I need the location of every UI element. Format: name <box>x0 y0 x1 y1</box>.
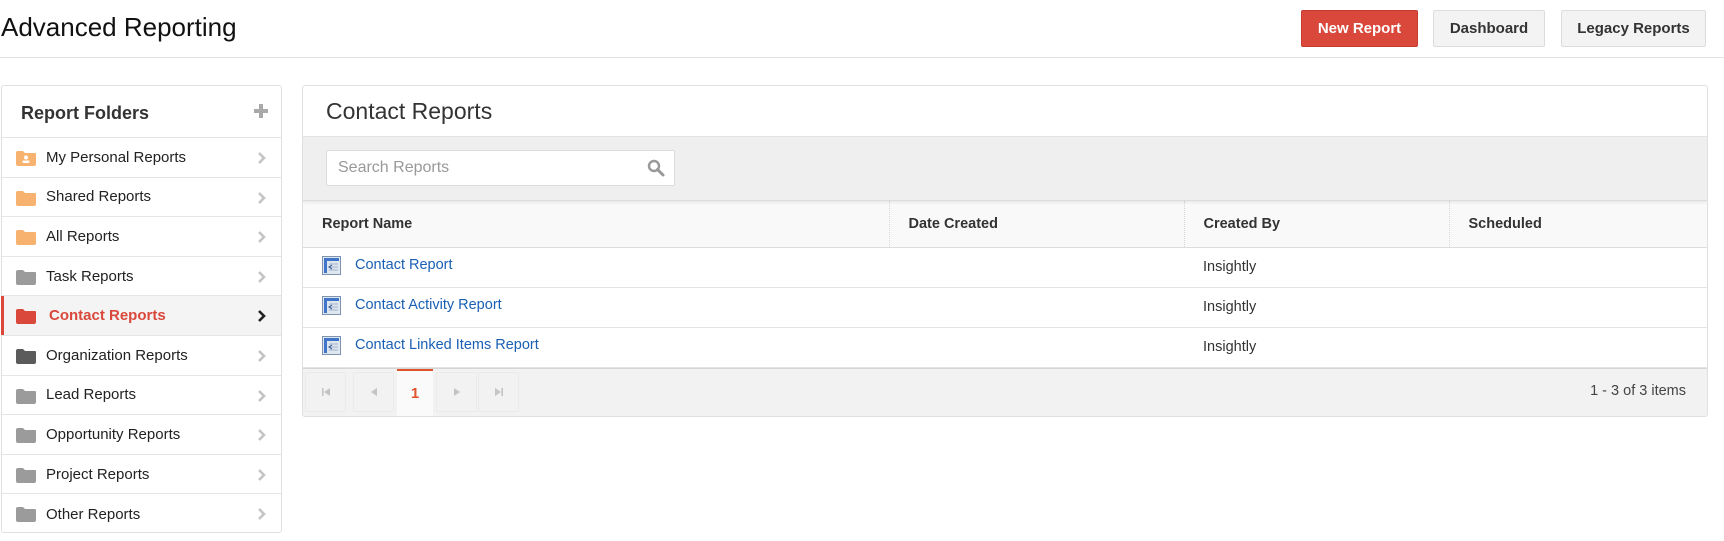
chevron-right-icon <box>258 270 266 283</box>
folder-icon <box>16 230 36 246</box>
folder-icon <box>16 507 36 523</box>
sidebar-item-label: Opportunity Reports <box>46 425 181 443</box>
sidebar-item-project-reports[interactable]: Project Reports <box>2 455 281 495</box>
search-icon[interactable] <box>647 159 665 177</box>
sidebar-item-label: Task Reports <box>46 267 134 285</box>
chevron-right-icon <box>258 468 266 481</box>
cell-report-name: Contact Linked Items Report <box>303 327 889 368</box>
folder-list: My Personal Reports Shared Reports All Rep… <box>1 138 281 534</box>
sidebar-item-label: Shared Reports <box>46 188 152 206</box>
reports-panel: Contact Reports Report Name Date Created… <box>302 85 1708 417</box>
add-folder-plus-icon[interactable] <box>253 103 269 119</box>
column-header-scheduled[interactable]: Scheduled <box>1448 201 1707 248</box>
chevron-right-icon <box>258 310 266 323</box>
report-folders-header: Report Folders <box>2 86 281 138</box>
report-folders-panel: Report Folders My Personal Reports Shared… <box>1 85 282 533</box>
legacy-reports-button[interactable]: Legacy Reports <box>1561 10 1706 47</box>
folder-icon <box>16 388 36 404</box>
sidebar-item-label: Project Reports <box>46 465 150 483</box>
previous-page-button[interactable] <box>353 371 394 412</box>
first-page-button[interactable] <box>305 371 346 412</box>
cell-created-by: Insightly <box>1184 287 1449 328</box>
app-title: Advanced Reporting <box>1 12 237 42</box>
column-header-report-name[interactable]: Report Name <box>303 201 889 248</box>
chevron-right-icon <box>258 389 266 402</box>
report-name: Contact Activity Report <box>355 297 502 313</box>
cell-scheduled <box>1449 247 1707 288</box>
cell-scheduled <box>1449 327 1707 368</box>
table-row: Contact Activity Report Insightly <box>303 287 1707 328</box>
table-row: Contact Report Insightly <box>303 247 1707 288</box>
previous-page-icon <box>370 387 377 396</box>
chevron-right-icon <box>258 231 266 244</box>
dashboard-button[interactable]: Dashboard <box>1433 10 1545 47</box>
sidebar-item-organization-reports[interactable]: Organization Reports <box>2 336 281 376</box>
last-page-icon <box>494 387 503 396</box>
chevron-right-icon <box>258 152 266 164</box>
sidebar-item-label: My Personal Reports <box>46 148 187 166</box>
report-icon <box>322 335 341 355</box>
report-name: Contact Report <box>355 257 453 273</box>
report-folders-title: Report Folders <box>21 103 150 123</box>
next-page-button[interactable] <box>436 371 477 412</box>
sidebar-item-my-personal-reports[interactable]: My Personal Reports <box>2 138 281 178</box>
search-input[interactable] <box>327 151 637 185</box>
column-header-date-created[interactable]: Date Created <box>888 201 1184 248</box>
report-link[interactable]: Contact Report <box>322 255 453 275</box>
folder-icon <box>16 269 36 285</box>
first-page-icon <box>321 387 330 396</box>
folder-icon <box>16 309 36 325</box>
folder-icon <box>16 428 36 444</box>
last-page-button[interactable] <box>478 371 519 412</box>
report-link[interactable]: Contact Linked Items Report <box>322 335 539 355</box>
new-report-button[interactable]: New Report <box>1301 10 1418 47</box>
personal-folder-icon <box>16 151 36 166</box>
table-row: Contact Linked Items Report Insightly <box>303 327 1707 368</box>
cell-created-by: Insightly <box>1184 327 1449 368</box>
chevron-right-icon <box>258 429 266 442</box>
sidebar-item-opportunity-reports[interactable]: Opportunity Reports <box>2 415 281 455</box>
sidebar-item-shared-reports[interactable]: Shared Reports <box>2 178 281 218</box>
search-box <box>326 150 675 186</box>
folder-icon <box>16 348 36 364</box>
table-header-row: Report Name Date Created Created By Sche… <box>303 201 1707 248</box>
sidebar-item-all-reports[interactable]: All Reports <box>2 217 281 257</box>
page-1-button[interactable]: 1 <box>397 368 433 416</box>
pagination: 1 1 - 3 of 3 items <box>303 367 1707 416</box>
report-icon <box>322 255 341 275</box>
column-header-created-by[interactable]: Created By <box>1183 201 1449 248</box>
cell-created-by: Insightly <box>1184 247 1449 288</box>
sidebar-item-other-reports[interactable]: Other Reports <box>2 494 281 534</box>
next-page-icon <box>453 387 460 396</box>
cell-report-name: Contact Report <box>303 247 889 288</box>
cell-report-name: Contact Activity Report <box>303 287 889 328</box>
report-icon <box>322 295 341 315</box>
sidebar-item-label: Contact Reports <box>49 307 166 325</box>
chevron-right-icon <box>258 508 266 521</box>
sidebar-item-label: All Reports <box>46 227 120 245</box>
page-title: Contact Reports <box>303 86 1707 137</box>
search-bar <box>303 137 1707 201</box>
sidebar-item-label: Lead Reports <box>46 386 137 404</box>
chevron-right-icon <box>258 191 266 204</box>
top-bar: Advanced Reporting New Report Dashboard … <box>0 0 1724 58</box>
sidebar-item-label: Organization Reports <box>46 346 188 364</box>
sidebar-item-contact-reports[interactable]: Contact Reports <box>1 296 281 336</box>
report-name: Contact Linked Items Report <box>355 337 539 353</box>
cell-date-created <box>889 327 1184 368</box>
cell-date-created <box>889 287 1184 328</box>
folder-icon <box>16 190 36 206</box>
cell-scheduled <box>1449 287 1707 328</box>
reports-table: Report Name Date Created Created By Sche… <box>303 201 1707 368</box>
report-link[interactable]: Contact Activity Report <box>322 295 502 315</box>
folder-icon <box>16 467 36 483</box>
sidebar-item-task-reports[interactable]: Task Reports <box>2 257 281 297</box>
pagination-info: 1 - 3 of 3 items <box>1590 382 1686 399</box>
chevron-right-icon <box>258 350 266 362</box>
cell-date-created <box>889 247 1184 288</box>
sidebar-item-label: Other Reports <box>46 505 141 523</box>
sidebar-item-lead-reports[interactable]: Lead Reports <box>2 376 281 416</box>
